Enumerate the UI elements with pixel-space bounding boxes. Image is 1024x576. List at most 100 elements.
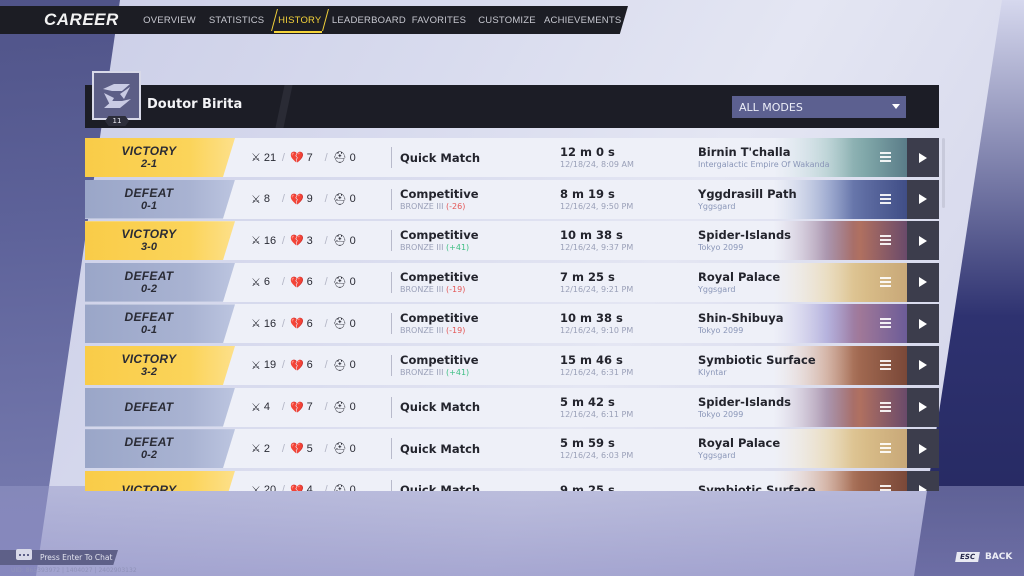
background-bottom-band [0,486,1024,576]
match-list: VICTORY 2-1 ⚔ 21 / 💔 7 / ⛑ 0 Quick Match… [85,138,939,491]
match-date: 12/16/24, 6:31 PM [560,367,634,377]
match-result-banner: VICTORY 3-0 [85,221,235,261]
map-info: Spider-Islands Tokyo 2099 [698,388,791,427]
map-name: Shin-Shibuya [698,311,784,326]
rank-info: BRONZE III (-19) [400,325,479,336]
match-row[interactable]: VICTORY ⚔ 20 / 💔 4 / ⛑ 0 Quick Match 9 m… [85,470,939,491]
match-duration: 9 m 25 s [560,471,615,491]
back-button[interactable]: ESC BACK [955,552,1012,562]
details-menu-icon[interactable] [880,318,891,329]
deaths-value: 3 [306,234,313,247]
match-row[interactable]: VICTORY 3-2 ⚔ 19 / 💔 6 / ⛑ 0 Competitive… [85,345,939,385]
map-info: Royal Palace Yggsgard [698,429,780,468]
match-duration: 10 m 38 s 12/16/24, 9:10 PM [560,304,633,343]
details-menu-icon[interactable] [880,193,891,204]
deaths-value: 7 [306,151,313,164]
replay-play-button[interactable] [907,304,939,344]
duration-value: 5 m 42 s [560,394,615,409]
mode-filter-dropdown[interactable]: ALL MODES [732,96,906,118]
match-row[interactable]: VICTORY 3-0 ⚔ 16 / 💔 3 / ⛑ 0 Competitive… [85,221,939,261]
replay-play-button[interactable] [907,470,939,491]
match-date: 12/16/24, 6:03 PM [560,451,634,461]
chevron-down-icon [892,104,900,109]
rank-tier: BRONZE III [400,326,444,336]
kills-value: 19 [263,359,277,372]
deaths-broken-heart-icon: 💔 [289,484,304,491]
rank-info: BRONZE III (+41) [400,367,479,378]
match-result-label: DEFEAT [124,435,174,450]
kills-swords-icon: ⚔ [251,152,261,164]
map-name: Birnin T'challa [698,145,791,159]
kills-value: 16 [263,234,277,247]
replay-play-button[interactable] [907,429,939,469]
match-result-label: VICTORY [121,144,177,158]
game-mode: Quick Match [400,388,480,427]
details-menu-icon[interactable] [880,235,891,246]
play-icon [919,360,927,371]
game-mode: Competitive BRONZE III (-19) [400,263,479,302]
esc-key-icon: ESC [955,552,980,562]
match-date: 12/16/24, 9:10 PM [560,326,634,336]
match-score: 0-1 [141,199,157,212]
tab-overview[interactable]: OVERVIEW [135,6,203,34]
replay-play-button[interactable] [907,262,939,302]
kda-separator: / [324,151,328,164]
game-mode-name: Quick Match [400,441,481,456]
match-row[interactable]: DEFEAT 0-2 ⚔ 2 / 💔 5 / ⛑ 0 Quick Match 5… [85,429,939,469]
map-region: Klyntar [698,367,727,377]
details-menu-icon[interactable] [880,443,891,454]
assists-helmet-icon: ⛑ [332,443,347,456]
match-row[interactable]: VICTORY 2-1 ⚔ 21 / 💔 7 / ⛑ 0 Quick Match… [85,138,939,177]
match-result-banner: DEFEAT 0-2 [85,429,235,469]
map-region: Yggsgard [698,451,736,461]
kda-separator: / [281,234,285,247]
deaths-value: 6 [306,359,313,372]
match-result-banner: DEFEAT [85,387,235,427]
match-row[interactable]: DEFEAT 0-1 ⚔ 8 / 💔 9 / ⛑ 0 Competitive B… [85,179,939,219]
replay-play-button[interactable] [907,179,939,219]
assists-helmet-icon: ⛑ [332,152,347,164]
assists-helmet-icon: ⛑ [332,359,347,372]
game-mode-name: Competitive [400,269,479,284]
match-duration: 15 m 46 s 12/16/24, 6:31 PM [560,346,633,385]
kda-separator: / [324,317,328,330]
map-info: Shin-Shibuya Tokyo 2099 [698,304,783,343]
match-duration: 12 m 0 s 12/18/24, 8:09 AM [560,138,634,177]
match-list-scrollbar[interactable] [942,138,945,208]
match-row[interactable]: DEFEAT ⚔ 4 / 💔 7 / ⛑ 0 Quick Match 5 m 4… [85,387,939,427]
match-row[interactable]: DEFEAT 0-2 ⚔ 6 / 💔 6 / ⛑ 0 Competitive B… [85,262,939,302]
kills-swords-icon: ⚔ [251,359,261,372]
game-mode-name: Quick Match [400,483,481,491]
details-menu-icon[interactable] [880,276,891,287]
map-region: Tokyo 2099 [698,326,744,336]
kda-separator: / [281,276,285,289]
replay-play-button[interactable] [907,387,939,427]
tab-statistics[interactable]: STATISTICS [204,6,270,34]
match-duration: 8 m 19 s 12/16/24, 9:50 PM [560,180,633,219]
tab-history[interactable]: HISTORY [270,6,330,34]
kills-swords-icon: ⚔ [251,235,261,248]
tab-customize[interactable]: CUSTOMIZE [470,6,544,34]
kills-value: 2 [263,442,270,455]
details-menu-icon[interactable] [880,152,891,162]
kda-stats: ⚔ 6 / 💔 6 / ⛑ 0 [251,263,391,302]
tab-favorites[interactable]: FAVORITES [408,6,470,34]
details-menu-icon[interactable] [880,401,891,412]
game-mode-name: Competitive [400,352,479,367]
kda-separator: / [324,276,328,289]
tab-achievements[interactable]: ACHIEVEMENTS [544,6,628,34]
details-menu-icon[interactable] [880,359,891,370]
match-row[interactable]: DEFEAT 0-1 ⚔ 16 / 💔 6 / ⛑ 0 Competitive … [85,304,939,344]
details-menu-icon[interactable] [880,484,891,491]
replay-play-button[interactable] [907,221,939,261]
career-top-nav: CAREER OVERVIEW STATISTICS HISTORY LEADE… [0,6,628,34]
player-avatar[interactable] [92,71,141,120]
tab-leaderboard[interactable]: LEADERBOARD [330,6,408,34]
rank-tier: BRONZE III [400,367,444,377]
replay-play-button[interactable] [907,345,939,385]
replay-play-button[interactable] [907,138,939,177]
tab-achievements-label: ACHIEVEMENTS [544,14,622,26]
match-result-label: DEFEAT [124,310,174,325]
game-mode: Competitive BRONZE III (-19) [400,304,479,343]
match-result-label: DEFEAT [124,268,174,283]
